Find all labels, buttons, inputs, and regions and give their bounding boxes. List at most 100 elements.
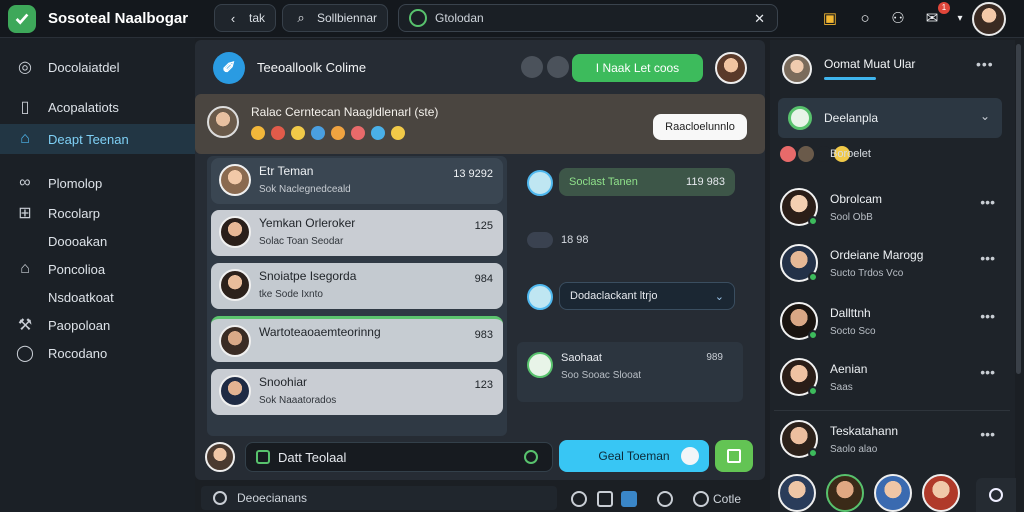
list-item[interactable]: Yemkan Orleroker Solac Toan Seodar 125 xyxy=(211,210,503,256)
image-icon[interactable] xyxy=(597,491,613,507)
emoji-icon[interactable] xyxy=(271,126,285,140)
contact-name: Obrolcam xyxy=(830,192,883,206)
avatar-row xyxy=(778,474,960,512)
scrollbar[interactable] xyxy=(1016,44,1021,374)
app-logo-icon[interactable] xyxy=(8,5,36,33)
sidebar-item-8[interactable]: ⚒ Paopoloan xyxy=(0,310,195,340)
tab-tak[interactable]: ‹ tak xyxy=(214,4,276,32)
sidebar-item-2[interactable]: ⌂ Deapt Teenan xyxy=(0,124,195,154)
settings-button[interactable] xyxy=(976,478,1016,512)
status-field[interactable]: Deoecianans xyxy=(201,486,557,510)
contact-name: Ordeiane Marogg xyxy=(830,248,924,262)
attach-button[interactable] xyxy=(715,440,753,472)
sidebar-item-4[interactable]: ⊞ Rocolarp xyxy=(0,198,195,228)
contact-subtitle: Saolo alao xyxy=(830,444,878,455)
list-item[interactable]: Etr Teman Sok Naclegnedceald 13 9292 xyxy=(211,158,503,204)
contact-item[interactable]: Teskatahann Saolo alao ••• xyxy=(770,414,1015,468)
chat-logo-icon: ✐ xyxy=(213,52,245,84)
more-icon[interactable]: ••• xyxy=(980,364,995,380)
online-indicator xyxy=(808,386,818,396)
sidebar-item-3[interactable]: ∞ Plomolop xyxy=(0,168,195,198)
bell-icon[interactable]: ▣ xyxy=(820,8,840,28)
item-time: 13 9292 xyxy=(453,168,493,180)
divider xyxy=(774,410,1010,411)
status-icon[interactable] xyxy=(547,56,569,78)
avatar[interactable] xyxy=(826,474,864,512)
message-card[interactable]: Saohaat Soo Sooac Slooat 989 xyxy=(517,342,743,402)
link-icon: ∞ xyxy=(19,174,31,191)
sidebar: ◎ Docolaiatdel ▯ Acopalatiots ⌂ Deapt Te… xyxy=(0,38,195,512)
sidebar-item-label: Deapt Teenan xyxy=(48,131,129,147)
emoji-icon xyxy=(780,146,796,162)
emoji-icon[interactable] xyxy=(331,126,345,140)
more-icon[interactable]: ••• xyxy=(980,308,995,324)
card-title: Saohaat xyxy=(561,352,602,364)
more-icon[interactable]: ••• xyxy=(976,56,994,72)
contact-name: Aenian xyxy=(830,362,868,376)
avatar[interactable] xyxy=(922,474,960,512)
sidebar-item-1[interactable]: ▯ Acopalatiots xyxy=(0,92,195,122)
emoji-icon[interactable] xyxy=(291,126,305,140)
avatar xyxy=(207,106,239,138)
avatar[interactable] xyxy=(715,52,747,84)
profile-avatar[interactable] xyxy=(972,2,1006,36)
avatar[interactable] xyxy=(874,474,912,512)
close-icon[interactable]: ✕ xyxy=(754,11,765,27)
top-bar: Sosoteal Naalbogar ‹ tak ⌕ Sollbiennar G… xyxy=(0,0,1024,38)
group-select[interactable]: Deelanpla ⌄ xyxy=(778,98,1002,138)
info-icon[interactable] xyxy=(621,491,637,507)
contact-item[interactable]: Obrolcam Sool ObB ••• xyxy=(770,182,1015,236)
sidebar-item-7[interactable]: Nsdoatkoat xyxy=(0,282,195,312)
emoji-icon[interactable] xyxy=(391,126,405,140)
avatar xyxy=(219,216,251,248)
emoji-icon[interactable] xyxy=(371,126,385,140)
send-button[interactable]: Geal Toeman xyxy=(559,440,709,472)
wrench-icon: ⚒ xyxy=(17,317,33,334)
list-item[interactable]: Snoohiar Sok Naaatorados 123 xyxy=(211,369,503,415)
emoji-icon[interactable] xyxy=(351,126,365,140)
item-name: Snoiatpe Isegorda xyxy=(259,269,357,283)
clock-icon[interactable] xyxy=(571,491,587,507)
card-subtitle: Soo Sooac Slooat xyxy=(561,370,642,381)
bottom-label[interactable]: Cotle xyxy=(713,492,741,506)
chevron-down-icon[interactable]: ▾ xyxy=(950,8,970,28)
contact-item[interactable]: Dallttnh Socto Sco ••• xyxy=(770,296,1015,350)
status-icon[interactable] xyxy=(521,56,543,78)
sidebar-item-9[interactable]: ◯ Rocodano xyxy=(0,338,195,368)
message-bubble[interactable]: Dodaclackant ltrjo ⌄ xyxy=(559,282,735,310)
tab-sollbiennar[interactable]: ⌕ Sollbiennar xyxy=(282,4,388,32)
banner-button[interactable]: Raacloelunnlo xyxy=(653,114,747,140)
panel-subtitle: Boroelet xyxy=(830,148,871,160)
user-icon[interactable]: ⚇ xyxy=(888,8,908,28)
list-item[interactable]: Snoiatpe Isegorda tke Sode Ixnto 984 xyxy=(211,263,503,309)
message-bubble[interactable]: Soclast Tanen 119 983 xyxy=(559,168,735,196)
avatar xyxy=(527,352,553,378)
chevron-down-icon[interactable]: ⌄ xyxy=(715,290,724,303)
more-icon[interactable]: ••• xyxy=(980,426,995,442)
sidebar-item-label: Docolaiatdel xyxy=(48,59,120,75)
more-icon[interactable]: ••• xyxy=(980,194,995,210)
sidebar-item-6[interactable]: ⌂ Poncolioa xyxy=(0,254,195,284)
contact-item[interactable]: Ordeiane Marogg Sucto Trdos Vco ••• xyxy=(770,238,1015,292)
reaction-row xyxy=(251,126,405,140)
list-item[interactable]: Wartoteaoaemteorinng 983 xyxy=(211,316,503,362)
search-input[interactable]: Gtolodan xyxy=(435,11,484,25)
settings-icon[interactable] xyxy=(657,491,673,507)
search-bar[interactable]: Gtolodan ✕ xyxy=(398,4,778,32)
message-input[interactable]: Datt Teolaal xyxy=(245,442,553,472)
contact-subtitle: Sool ObB xyxy=(830,212,873,223)
emoji-icon[interactable] xyxy=(311,126,325,140)
contact-item[interactable]: Aenian Saas ••• xyxy=(770,352,1015,406)
emoji-icon[interactable] xyxy=(251,126,265,140)
sidebar-item-5[interactable]: Doooakan xyxy=(0,226,195,256)
avatar[interactable] xyxy=(778,474,816,512)
item-name: Etr Teman xyxy=(259,164,314,178)
clock-icon[interactable]: ○ xyxy=(855,8,875,28)
item-name: Snoohiar xyxy=(259,375,308,389)
help-icon[interactable] xyxy=(693,491,709,507)
message-text: Soclast Tanen xyxy=(569,176,638,188)
mic-icon[interactable] xyxy=(524,450,538,464)
more-icon[interactable]: ••• xyxy=(980,250,995,266)
sidebar-item-0[interactable]: ◎ Docolaiatdel xyxy=(0,52,195,82)
action-button[interactable]: I Naak Let coos xyxy=(572,54,703,82)
